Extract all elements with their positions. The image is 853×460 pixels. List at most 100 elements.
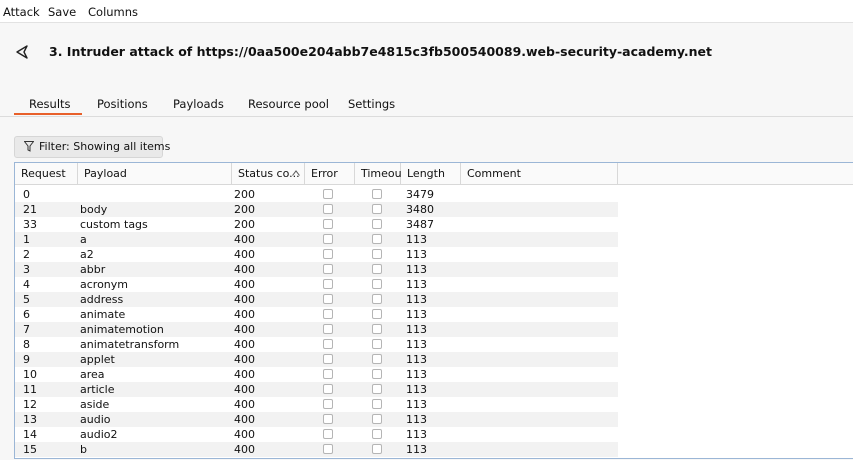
table-row[interactable]: 12 aside 400 113 bbox=[15, 397, 618, 412]
table-row[interactable]: 33 custom tags 200 3487 bbox=[15, 217, 618, 232]
cell-length: 113 bbox=[406, 368, 427, 381]
error-checkbox bbox=[323, 339, 333, 349]
cell-length: 113 bbox=[406, 323, 427, 336]
error-checkbox bbox=[323, 264, 333, 274]
timeout-checkbox bbox=[372, 324, 382, 334]
table-row[interactable]: 15 b 400 113 bbox=[15, 442, 618, 457]
col-length[interactable]: Length bbox=[401, 163, 461, 185]
menu-save[interactable]: Save bbox=[48, 5, 76, 19]
table-row[interactable]: 13 audio 400 113 bbox=[15, 412, 618, 427]
cell-payload: aside bbox=[80, 398, 110, 411]
active-tab-indicator bbox=[14, 113, 82, 115]
timeout-checkbox bbox=[372, 264, 382, 274]
timeout-checkbox bbox=[372, 384, 382, 394]
cell-status: 400 bbox=[234, 383, 255, 396]
cell-status: 400 bbox=[234, 233, 255, 246]
cell-payload: animatemotion bbox=[80, 323, 164, 336]
cell-status: 400 bbox=[234, 323, 255, 336]
chevron-up-icon bbox=[292, 170, 300, 176]
cell-status: 400 bbox=[234, 398, 255, 411]
filter-label: Filter: Showing all items bbox=[39, 140, 171, 153]
cell-request: 8 bbox=[23, 338, 30, 351]
timeout-checkbox bbox=[372, 369, 382, 379]
cell-request: 5 bbox=[23, 293, 30, 306]
timeout-checkbox bbox=[372, 189, 382, 199]
error-checkbox bbox=[323, 234, 333, 244]
cell-payload: audio bbox=[80, 413, 111, 426]
table-row[interactable]: 9 applet 400 113 bbox=[15, 352, 618, 367]
table-row[interactable]: 21 body 200 3480 bbox=[15, 202, 618, 217]
cell-length: 3480 bbox=[406, 203, 434, 216]
results-table[interactable]: Request Payload Status co... Error Timeo… bbox=[14, 162, 853, 459]
cell-status: 200 bbox=[234, 203, 255, 216]
cell-payload: address bbox=[80, 293, 124, 306]
cell-request: 1 bbox=[23, 233, 30, 246]
cell-status: 400 bbox=[234, 248, 255, 261]
tab-results[interactable]: Results bbox=[29, 97, 71, 111]
table-row[interactable]: 10 area 400 113 bbox=[15, 367, 618, 382]
table-row[interactable]: 8 animatetransform 400 113 bbox=[15, 337, 618, 352]
filter-button[interactable]: Filter: Showing all items bbox=[14, 136, 170, 158]
table-body: 0 200 3479 21 body 200 3480 33 custom tags 200 348… bbox=[15, 187, 618, 457]
cell-length: 113 bbox=[406, 263, 427, 276]
col-timeout[interactable]: Timeout bbox=[355, 163, 406, 185]
menu-attack[interactable]: Attack bbox=[3, 5, 40, 19]
table-row[interactable]: 4 acronym 400 113 bbox=[15, 277, 618, 292]
cell-status: 400 bbox=[234, 308, 255, 321]
cell-payload: applet bbox=[80, 353, 115, 366]
error-checkbox bbox=[323, 249, 333, 259]
table-row[interactable]: 1 a 400 113 bbox=[15, 232, 618, 247]
col-status-code[interactable]: Status co... bbox=[232, 163, 305, 185]
col-error[interactable]: Error bbox=[305, 163, 355, 185]
cell-length: 113 bbox=[406, 443, 427, 456]
error-checkbox bbox=[323, 279, 333, 289]
cell-length: 113 bbox=[406, 293, 427, 306]
table-row[interactable]: 5 address 400 113 bbox=[15, 292, 618, 307]
cell-payload: a bbox=[80, 233, 87, 246]
cell-request: 4 bbox=[23, 278, 30, 291]
col-comment[interactable]: Comment bbox=[461, 163, 618, 185]
table-row[interactable]: 11 article 400 113 bbox=[15, 382, 618, 397]
timeout-checkbox bbox=[372, 234, 382, 244]
cell-request: 7 bbox=[23, 323, 30, 336]
cell-length: 113 bbox=[406, 233, 427, 246]
cell-status: 200 bbox=[234, 218, 255, 231]
error-checkbox bbox=[323, 204, 333, 214]
tab-payloads[interactable]: Payloads bbox=[173, 97, 224, 111]
error-checkbox bbox=[323, 294, 333, 304]
attack-title: 3. Intruder attack of https://0aa500e204… bbox=[49, 44, 712, 59]
cell-request: 14 bbox=[23, 428, 37, 441]
tab-settings[interactable]: Settings bbox=[348, 97, 395, 111]
col-length-label: Length bbox=[407, 167, 445, 180]
cell-request: 6 bbox=[23, 308, 30, 321]
timeout-checkbox bbox=[372, 249, 382, 259]
error-checkbox bbox=[323, 384, 333, 394]
table-row[interactable]: 7 animatemotion 400 113 bbox=[15, 322, 618, 337]
cell-length: 113 bbox=[406, 428, 427, 441]
cell-status: 400 bbox=[234, 293, 255, 306]
cell-payload: abbr bbox=[80, 263, 106, 276]
cell-status: 400 bbox=[234, 338, 255, 351]
cell-request: 11 bbox=[23, 383, 37, 396]
cell-payload: acronym bbox=[80, 278, 128, 291]
cell-request: 10 bbox=[23, 368, 37, 381]
col-timeout-label: Timeout bbox=[361, 167, 406, 180]
menu-columns[interactable]: Columns bbox=[88, 5, 138, 19]
tab-resource-pool[interactable]: Resource pool bbox=[248, 97, 329, 111]
timeout-checkbox bbox=[372, 219, 382, 229]
table-row[interactable]: 3 abbr 400 113 bbox=[15, 262, 618, 277]
cell-length: 113 bbox=[406, 248, 427, 261]
col-payload[interactable]: Payload bbox=[78, 163, 232, 185]
table-row[interactable]: 0 200 3479 bbox=[15, 187, 618, 202]
cell-payload: audio2 bbox=[80, 428, 118, 441]
table-row[interactable]: 6 animate 400 113 bbox=[15, 307, 618, 322]
timeout-checkbox bbox=[372, 444, 382, 454]
col-request[interactable]: Request bbox=[15, 163, 78, 185]
cell-request: 0 bbox=[23, 188, 30, 201]
cell-request: 13 bbox=[23, 413, 37, 426]
tab-positions[interactable]: Positions bbox=[97, 97, 148, 111]
error-checkbox bbox=[323, 324, 333, 334]
table-row[interactable]: 14 audio2 400 113 bbox=[15, 427, 618, 442]
cell-length: 113 bbox=[406, 278, 427, 291]
table-row[interactable]: 2 a2 400 113 bbox=[15, 247, 618, 262]
